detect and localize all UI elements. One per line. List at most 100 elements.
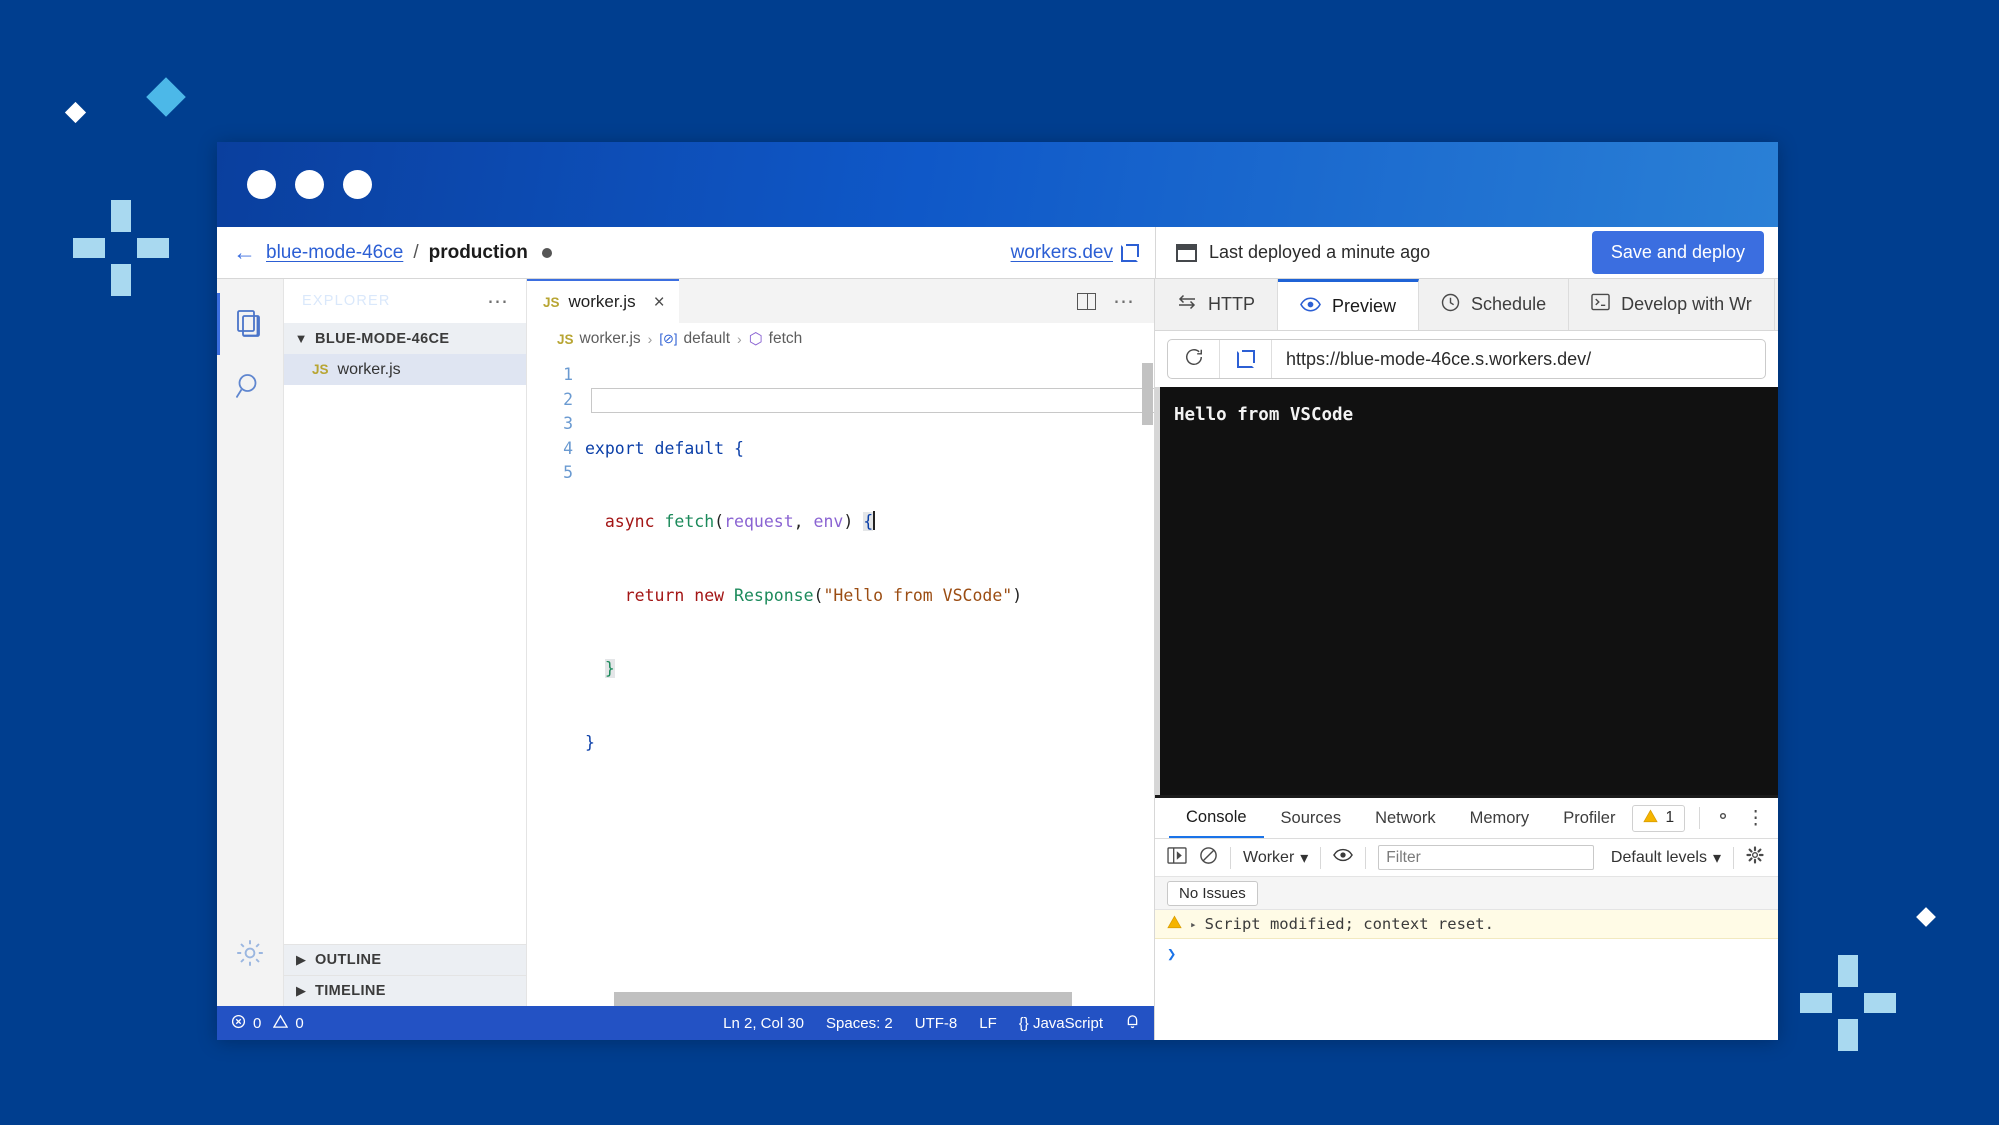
status-right-group: Ln 2, Col 30 Spaces: 2 UTF-8 LF {} JavaS… — [723, 1013, 1140, 1033]
project-toolbar: ← blue-mode-46ce / production workers.de… — [217, 227, 1778, 279]
editor-tab-strip: JS worker.js × ⋯ — [527, 279, 1154, 323]
code-line-1: export default { — [585, 437, 1154, 462]
explorer-section-timeline[interactable]: ▶ TIMELINE — [284, 975, 526, 1006]
ellipsis-icon[interactable]: ⋯ — [1113, 291, 1136, 312]
explorer-header: EXPLORER ⋯ — [284, 279, 526, 323]
code-editor[interactable]: 1 2 3 4 5 export default { async fetch(r… — [527, 355, 1154, 1006]
eye-icon[interactable] — [1333, 848, 1353, 867]
preview-body-text: Hello from VSCode — [1160, 387, 1778, 425]
clock-icon — [1441, 293, 1460, 317]
warning-count-badge[interactable]: 1 — [1632, 805, 1685, 832]
editor-tab-worker-js[interactable]: JS worker.js × — [527, 279, 679, 323]
window-close-dot[interactable] — [247, 170, 276, 199]
code-line-4: } — [585, 657, 1154, 682]
open-external-button[interactable] — [1220, 340, 1272, 378]
http-swap-icon — [1177, 293, 1197, 316]
cursor-position[interactable]: Ln 2, Col 30 — [723, 1015, 804, 1032]
console-sidebar-icon[interactable] — [1167, 847, 1187, 869]
clear-console-icon[interactable] — [1199, 846, 1218, 870]
devtools-tab-sources[interactable]: Sources — [1264, 798, 1359, 838]
no-issues-button[interactable]: No Issues — [1167, 881, 1258, 906]
console-filter-input[interactable] — [1378, 845, 1594, 870]
expander-icon[interactable]: ▸ — [1190, 918, 1197, 931]
preview-iframe[interactable]: Hello from VSCode — [1155, 387, 1778, 795]
divider — [1230, 847, 1231, 869]
editor-horizontal-scrollbar[interactable] — [527, 992, 1154, 1006]
devtools-tab-network[interactable]: Network — [1358, 798, 1453, 838]
bell-icon[interactable] — [1125, 1013, 1140, 1033]
editor-vertical-scrollbar[interactable] — [1139, 355, 1154, 992]
window-minimize-dot[interactable] — [295, 170, 324, 199]
project-link[interactable]: blue-mode-46ce — [266, 242, 403, 264]
vscode-status-bar: 0 0 Ln 2, Col 30 Spaces: 2 UTF-8 LF {} J… — [217, 1006, 1154, 1040]
activity-item-settings[interactable] — [217, 922, 283, 984]
status-problems[interactable]: 0 0 — [231, 1014, 304, 1033]
gear-icon[interactable] — [1714, 807, 1732, 830]
arrow-left-icon[interactable]: ← — [233, 241, 256, 264]
tab-develop-with-wrangler[interactable]: Develop with Wr — [1569, 279, 1775, 330]
timeline-label: TIMELINE — [315, 983, 386, 999]
eol[interactable]: LF — [979, 1015, 997, 1032]
tab-http[interactable]: HTTP — [1155, 279, 1278, 330]
line-number: 3 — [527, 412, 573, 437]
breadcrumb-symbol-fetch[interactable]: ⬡ fetch — [749, 329, 803, 349]
breadcrumb-file-label: worker.js — [580, 330, 641, 348]
language-label: JavaScript — [1033, 1015, 1103, 1032]
console-context-label: Worker — [1243, 849, 1294, 867]
indentation[interactable]: Spaces: 2 — [826, 1015, 893, 1032]
reload-button[interactable] — [1168, 340, 1220, 378]
deploy-status: Last deployed a minute ago — [1209, 242, 1430, 263]
files-icon — [237, 310, 264, 339]
encoding[interactable]: UTF-8 — [915, 1015, 958, 1032]
tab-schedule[interactable]: Schedule — [1419, 279, 1569, 330]
explorer-section-outline[interactable]: ▶ OUTLINE — [284, 944, 526, 975]
ellipsis-icon[interactable]: ⋯ — [487, 291, 510, 312]
workers-dev-link[interactable]: workers.dev — [1011, 242, 1113, 264]
braces-icon: {} — [1019, 1015, 1029, 1032]
scrollbar-thumb[interactable] — [1142, 363, 1153, 425]
eye-icon — [1300, 296, 1321, 317]
console-message-warning[interactable]: ▸ Script modified; context reset. — [1155, 910, 1778, 939]
split-editor-icon[interactable] — [1077, 293, 1096, 310]
chevron-right-icon: ▶ — [294, 952, 308, 968]
console-prompt[interactable]: ❯ — [1155, 939, 1778, 969]
window-icon — [1176, 244, 1197, 262]
window-maximize-dot[interactable] — [343, 170, 372, 199]
line-number-gutter: 1 2 3 4 5 — [527, 355, 585, 1006]
scrollbar-thumb[interactable] — [614, 992, 1072, 1006]
url-input[interactable]: https://blue-mode-46ce.s.workers.dev/ — [1272, 340, 1765, 378]
error-count: 0 — [253, 1015, 261, 1032]
kebab-menu-icon[interactable]: ⋮ — [1746, 809, 1765, 828]
console-levels-selector[interactable]: Default levels ▾ — [1611, 848, 1721, 868]
console-output[interactable]: ▸ Script modified; context reset. ❯ — [1155, 910, 1778, 1040]
devtools-tab-actions: 1 ⋮ — [1632, 805, 1778, 832]
workers-dev-zone: workers.dev — [552, 242, 1155, 264]
devtools-panel: Console Sources Network Memory Profiler — [1155, 795, 1778, 1040]
tab-preview-label: Preview — [1332, 296, 1396, 317]
devtools-tab-console[interactable]: Console — [1169, 798, 1264, 838]
line-number: 1 — [527, 363, 573, 388]
explorer-file-worker-js[interactable]: JS worker.js — [284, 354, 526, 385]
tab-preview[interactable]: Preview — [1278, 279, 1419, 330]
tab-schedule-label: Schedule — [1471, 294, 1546, 315]
gear-icon — [234, 937, 266, 969]
folder-name: BLUE-MODE-46CE — [315, 331, 450, 347]
language-mode[interactable]: {} JavaScript — [1019, 1015, 1103, 1032]
breadcrumb-file[interactable]: JS worker.js — [557, 330, 641, 348]
window-title-bar — [217, 142, 1778, 227]
breadcrumb-default-label: default — [683, 330, 730, 348]
close-icon[interactable]: × — [654, 293, 665, 312]
code-content[interactable]: export default { async fetch(request, en… — [585, 355, 1154, 1006]
breadcrumb-symbol-default[interactable]: [⊘] default — [659, 330, 730, 348]
devtools-tab-profiler[interactable]: Profiler — [1546, 798, 1632, 838]
activity-item-search[interactable] — [217, 355, 283, 417]
save-and-deploy-button[interactable]: Save and deploy — [1592, 231, 1764, 274]
explorer-folder-row[interactable]: ▼ BLUE-MODE-46CE — [284, 323, 526, 354]
console-context-selector[interactable]: Worker ▾ — [1243, 848, 1308, 868]
devtools-tab-memory[interactable]: Memory — [1453, 798, 1547, 838]
activity-item-explorer[interactable] — [217, 293, 283, 355]
main-split: EXPLORER ⋯ ▼ BLUE-MODE-46CE JS worker.js… — [217, 279, 1778, 1040]
external-link-icon[interactable] — [1121, 244, 1139, 262]
gear-icon[interactable] — [1746, 846, 1764, 869]
divider — [1320, 847, 1321, 869]
